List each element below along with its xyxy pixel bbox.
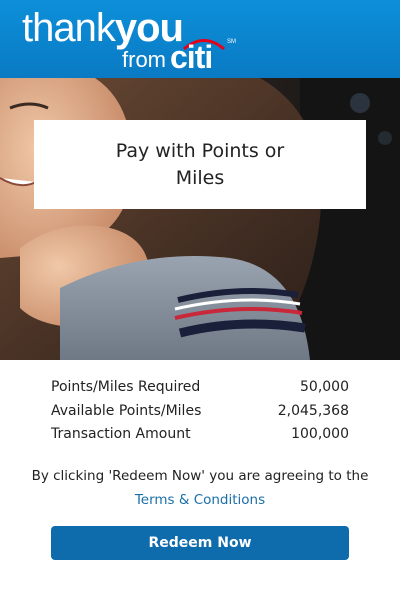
detail-row-points-required: Points/Miles Required 50,000 bbox=[51, 376, 349, 400]
detail-label: Transaction Amount bbox=[51, 426, 191, 442]
terms-conditions-link[interactable]: Terms & Conditions bbox=[135, 492, 265, 508]
detail-value: 2,045,368 bbox=[277, 402, 349, 419]
page-title: Pay with Points or Miles bbox=[115, 139, 285, 189]
detail-value: 100,000 bbox=[291, 426, 349, 442]
agreement-text: By clicking 'Redeem Now' you are agreein… bbox=[30, 464, 370, 512]
logo-from-text: from bbox=[122, 47, 166, 72]
header-bar: thankyou from citi SM bbox=[0, 0, 400, 78]
detail-label: Available Points/Miles bbox=[51, 402, 202, 419]
logo-thank-text: thank bbox=[22, 6, 116, 50]
detail-label: Points/Miles Required bbox=[51, 379, 201, 395]
detail-row-transaction-amount: Transaction Amount 100,000 bbox=[51, 423, 349, 447]
redeem-page: thankyou from citi SM Pay with Points or… bbox=[0, 0, 400, 600]
detail-row-available-points: Available Points/Miles 2,045,368 bbox=[51, 400, 349, 424]
redeem-now-button[interactable]: Redeem Now bbox=[51, 526, 349, 560]
agreement-prefix: By clicking 'Redeem Now' you are agreein… bbox=[31, 468, 369, 484]
detail-value: 50,000 bbox=[300, 379, 349, 395]
thankyou-from-citi-logo: thankyou from citi SM bbox=[22, 6, 252, 74]
logo-citi-text: citi bbox=[170, 39, 213, 75]
logo-sm-mark: SM bbox=[227, 39, 236, 45]
logo-wordmark: thankyou bbox=[22, 6, 184, 50]
hero-section: Pay with Points or Miles bbox=[0, 78, 400, 360]
transaction-details: Points/Miles Required 50,000 Available P… bbox=[51, 376, 349, 447]
hero-title-card: Pay with Points or Miles bbox=[34, 120, 366, 209]
